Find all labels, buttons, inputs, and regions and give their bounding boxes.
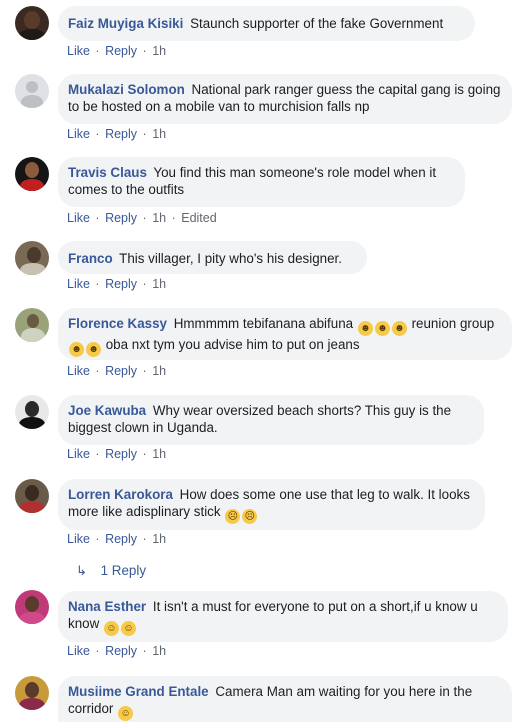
commenter-name[interactable]: Lorren Karokora [68, 487, 173, 502]
rofl-emoji-icon: ☻ [69, 342, 84, 357]
comment-bubble: Faiz Muyiga Kisiki Staunch supporter of … [58, 6, 475, 41]
avatar[interactable] [15, 157, 49, 191]
avatar[interactable] [15, 6, 49, 40]
timestamp[interactable]: 1h [152, 447, 166, 461]
grinning-emoji-icon: ☺ [104, 621, 119, 636]
commenter-name[interactable]: Franco [68, 251, 113, 266]
separator: · [95, 447, 100, 461]
separator: · [142, 44, 147, 58]
like-link[interactable]: Like [67, 364, 90, 378]
separator: · [95, 364, 100, 378]
comment-actions: Like · Reply · 1h [67, 364, 166, 378]
avatar[interactable] [15, 241, 49, 275]
avatar[interactable] [15, 479, 49, 513]
comment-bubble: Musiime Grand Entale Camera Man am waiti… [58, 676, 512, 722]
reply-arrow-icon: ↳ [76, 563, 87, 578]
comment-actions: Like · Reply · 1h [67, 127, 166, 141]
comment-bubble: Florence Kassy Hmmmmm tebifanana abifuna… [58, 308, 512, 360]
grinning-emoji-icon: ☺ [121, 621, 136, 636]
like-link[interactable]: Like [67, 532, 90, 546]
separator: · [95, 644, 100, 658]
commenter-name[interactable]: Musiime Grand Entale [68, 684, 209, 699]
comment-text: oba nxt tym you advise him to put on jea… [105, 337, 360, 352]
comment-bubble: Nana Esther It isn't a must for everyone… [58, 591, 508, 642]
like-link[interactable]: Like [67, 127, 90, 141]
laughing-emoji-icon: ☻ [374, 321, 390, 336]
comment-actions: Like · Reply · 1h · Edited [67, 211, 217, 225]
commenter-name[interactable]: Faiz Muyiga Kisiki [68, 16, 183, 31]
separator: · [142, 447, 147, 461]
separator: · [142, 211, 147, 225]
avatar[interactable] [15, 676, 49, 710]
timestamp[interactable]: 1h [152, 127, 166, 141]
like-link[interactable]: Like [67, 447, 90, 461]
like-link[interactable]: Like [67, 211, 90, 225]
like-link[interactable]: Like [67, 277, 90, 291]
comment-text: reunion group [411, 316, 495, 331]
comment-bubble: Mukalazi Solomon National park ranger gu… [58, 74, 512, 124]
comment-bubble: Franco This villager, I pity who's his d… [58, 241, 367, 274]
timestamp[interactable]: 1h [152, 44, 166, 58]
separator: · [95, 44, 100, 58]
reply-link[interactable]: Reply [105, 44, 137, 58]
reply-link[interactable]: Reply [105, 532, 137, 546]
edited-label[interactable]: Edited [181, 211, 216, 225]
commenter-name[interactable]: Nana Esther [68, 599, 146, 614]
comment-actions: Like · Reply · 1h [67, 44, 166, 58]
commenter-name[interactable]: Travis Claus [68, 165, 147, 180]
pleading-emoji-icon: ☹ [225, 509, 241, 524]
timestamp[interactable]: 1h [152, 364, 166, 378]
reply-link[interactable]: Reply [105, 127, 137, 141]
comment-actions: Like · Reply · 1h [67, 532, 166, 546]
separator: · [171, 211, 176, 225]
avatar[interactable] [15, 308, 49, 342]
separator: · [142, 644, 147, 658]
comment-text: This villager, I pity who's his designer… [119, 251, 343, 266]
separator: · [95, 127, 100, 141]
comment-bubble: Travis Claus You find this man someone's… [58, 157, 465, 207]
comment-actions: Like · Reply · 1h [67, 277, 166, 291]
pleading-emoji-icon: ☹ [242, 509, 258, 524]
separator: · [95, 532, 100, 546]
separator: · [95, 211, 100, 225]
view-replies-link[interactable]: ↳ 1 Reply [76, 563, 146, 579]
eye-roll-emoji-icon: ☺ [118, 706, 134, 721]
reply-link[interactable]: Reply [105, 211, 137, 225]
replies-count-label[interactable]: 1 Reply [101, 563, 146, 578]
like-link[interactable]: Like [67, 644, 90, 658]
avatar[interactable] [15, 74, 49, 108]
comment-bubble: Lorren Karokora How does some one use th… [58, 479, 485, 530]
commenter-name[interactable]: Joe Kawuba [68, 403, 146, 418]
like-link[interactable]: Like [67, 44, 90, 58]
commenter-name[interactable]: Mukalazi Solomon [68, 82, 185, 97]
avatar[interactable] [15, 395, 49, 429]
comment-bubble: Joe Kawuba Why wear oversized beach shor… [58, 395, 484, 445]
separator: · [142, 277, 147, 291]
timestamp[interactable]: 1h [152, 277, 166, 291]
reply-link[interactable]: Reply [105, 447, 137, 461]
comment-text: Hmmmmm tebifanana abifuna [173, 316, 354, 331]
timestamp[interactable]: 1h [152, 211, 166, 225]
commenter-name[interactable]: Florence Kassy [68, 316, 167, 331]
reply-link[interactable]: Reply [105, 277, 137, 291]
comment-actions: Like · Reply · 1h [67, 447, 166, 461]
timestamp[interactable]: 1h [152, 644, 166, 658]
separator: · [142, 532, 147, 546]
separator: · [142, 127, 147, 141]
separator: · [142, 364, 147, 378]
timestamp[interactable]: 1h [152, 532, 166, 546]
comment-text: Staunch supporter of the fake Government [190, 16, 444, 31]
laughing-emoji-icon: ☻ [357, 321, 373, 336]
rofl-emoji-icon: ☻ [86, 342, 101, 357]
rofl-emoji-icon: ☻ [391, 321, 407, 336]
avatar[interactable] [15, 590, 49, 624]
reply-link[interactable]: Reply [105, 644, 137, 658]
reply-link[interactable]: Reply [105, 364, 137, 378]
comment-actions: Like · Reply · 1h [67, 644, 166, 658]
separator: · [95, 277, 100, 291]
